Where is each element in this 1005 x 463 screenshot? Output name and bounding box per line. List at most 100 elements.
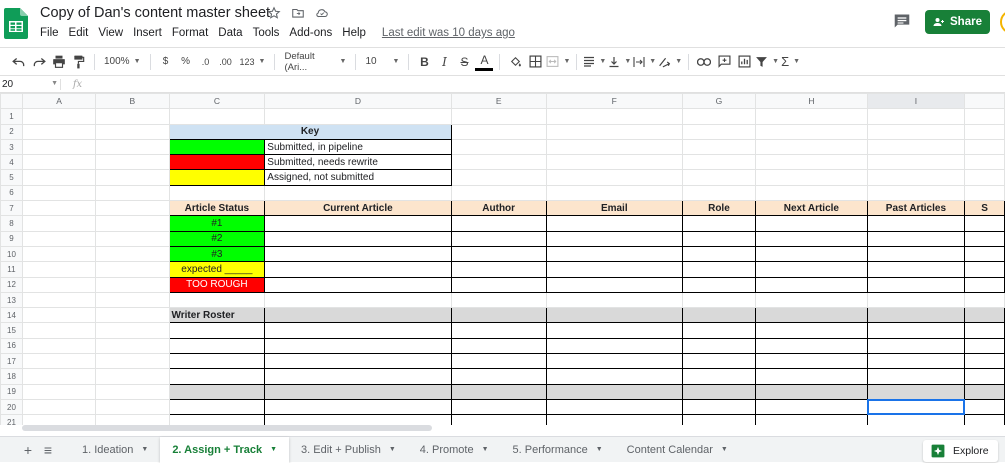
cell[interactable] [168,291,266,309]
cell[interactable] [95,398,170,416]
cell[interactable] [95,245,170,263]
cell[interactable] [681,169,757,186]
insert-link-icon[interactable] [695,52,713,72]
cell[interactable] [168,322,266,339]
row-header[interactable]: 20 [0,398,23,416]
text-color-button[interactable]: A [475,53,494,71]
move-folder-icon[interactable] [291,6,305,20]
cell[interactable] [21,200,97,217]
cell[interactable] [681,230,757,247]
cell[interactable] [450,368,547,385]
cell[interactable] [681,108,757,125]
cell[interactable] [866,169,966,186]
menu-add-ons[interactable]: Add-ons [289,27,332,39]
cell[interactable] [450,322,547,339]
cell[interactable] [21,368,97,385]
cell[interactable] [21,414,97,425]
cell[interactable] [450,337,547,355]
column-header[interactable]: I [866,93,966,110]
cell[interactable] [450,154,547,171]
filter-icon[interactable]: ▼ [755,52,779,72]
cell[interactable] [168,108,266,125]
cell[interactable] [21,123,97,140]
cell[interactable] [755,215,868,232]
cell[interactable] [450,291,547,309]
cell[interactable] [545,368,683,385]
cell[interactable] [545,261,683,278]
cell[interactable] [681,322,757,339]
cell[interactable] [21,169,97,186]
chevron-down-icon[interactable]: ▼ [596,446,603,453]
table-header[interactable]: Next Article [755,200,868,217]
cell[interactable] [21,184,97,202]
cell[interactable] [168,414,266,425]
column-header[interactable]: B [95,93,170,110]
chevron-down-icon[interactable]: ▼ [482,446,489,453]
add-sheet-icon[interactable]: + [18,442,38,458]
cell[interactable] [450,261,547,278]
key-label[interactable]: Assigned, not submitted [264,169,452,186]
cell[interactable] [450,276,547,293]
cell[interactable] [264,291,452,309]
borders-icon[interactable] [526,52,544,72]
cell[interactable] [755,383,868,400]
cell[interactable] [964,138,1005,156]
cell[interactable] [964,383,1005,400]
cell[interactable] [866,322,966,339]
row-header[interactable]: 21 [0,414,23,425]
cell[interactable] [755,414,868,425]
cell[interactable] [681,337,757,355]
column-header[interactable]: G [681,93,757,110]
cell[interactable] [264,230,452,247]
cell[interactable] [21,154,97,171]
decrease-decimal-button[interactable]: .0 [197,52,215,72]
cell[interactable] [866,353,966,370]
cell[interactable] [964,353,1005,370]
cell[interactable] [866,261,966,278]
cell[interactable] [964,337,1005,355]
cell[interactable] [95,200,170,217]
cell[interactable] [545,230,683,247]
cell[interactable] [755,123,868,140]
table-header[interactable]: Past Articles [866,200,966,217]
font-family-select[interactable]: Default (Ari... ▼ [281,51,349,73]
row-header[interactable]: 12 [0,276,23,293]
cell[interactable] [681,353,757,370]
cell[interactable] [21,215,97,232]
cell[interactable] [21,291,97,309]
cell[interactable] [95,276,170,293]
cell[interactable] [21,276,97,293]
cell[interactable] [964,169,1005,186]
cell[interactable] [95,383,170,400]
cell[interactable] [545,245,683,263]
cell[interactable] [755,138,868,156]
cloud-status-icon[interactable] [315,6,329,20]
cell[interactable] [21,261,97,278]
cell[interactable] [264,215,452,232]
cell[interactable] [681,154,757,171]
cell[interactable] [450,169,547,186]
cell[interactable] [964,230,1005,247]
status-cell[interactable]: #2 [168,230,266,247]
cell[interactable] [21,108,97,125]
row-header[interactable]: 15 [0,322,23,339]
cell[interactable] [866,138,966,156]
cell[interactable] [755,322,868,339]
chevron-down-icon[interactable]: ▼ [141,446,148,453]
cell[interactable] [264,261,452,278]
cell[interactable] [95,414,170,425]
cell[interactable] [545,184,683,202]
cell[interactable] [264,353,452,370]
comment-history-icon[interactable] [893,13,911,29]
cell[interactable] [95,337,170,355]
print-icon[interactable] [50,52,68,72]
cell[interactable] [755,353,868,370]
insert-comment-icon[interactable] [715,52,733,72]
cell[interactable] [264,184,452,202]
cell[interactable] [95,230,170,247]
formula-input[interactable] [94,76,1005,92]
row-header[interactable]: 6 [0,184,23,202]
spreadsheet-grid[interactable]: A B C D E F G H I 1 2 Key 3 Submitted, in pi… [0,93,1005,425]
cell[interactable] [545,276,683,293]
menu-insert[interactable]: Insert [133,27,162,39]
